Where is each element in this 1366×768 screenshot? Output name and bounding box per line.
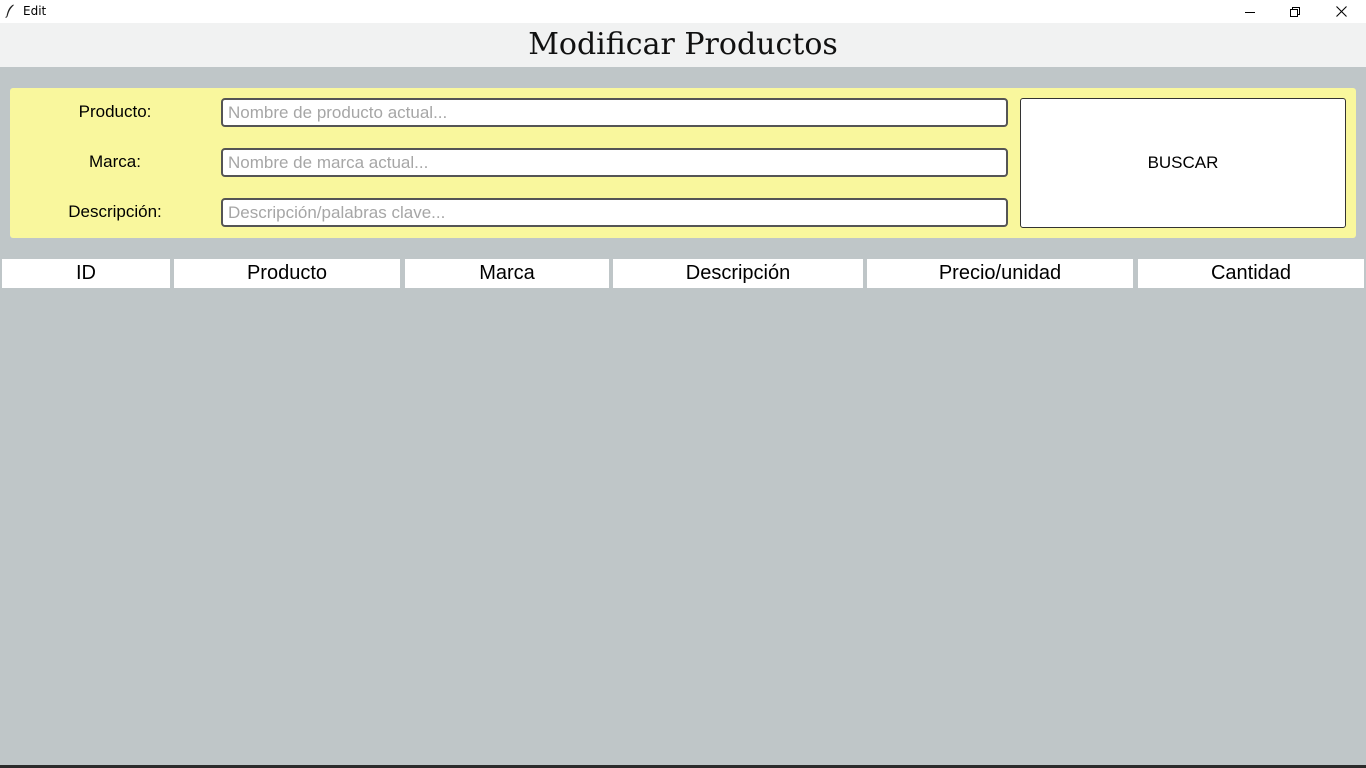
column-header-cantidad[interactable]: Cantidad bbox=[1138, 259, 1364, 288]
column-header-descripcion[interactable]: Descripción bbox=[613, 259, 863, 288]
buscar-button[interactable]: BUSCAR bbox=[1020, 98, 1346, 228]
column-header-producto[interactable]: Producto bbox=[174, 259, 400, 288]
marca-input[interactable] bbox=[221, 148, 1008, 177]
page-title: Modificar Productos bbox=[528, 27, 838, 62]
close-icon bbox=[1335, 6, 1347, 17]
minimize-button[interactable] bbox=[1227, 0, 1273, 23]
search-panel: Producto: Marca: Descripción: BUSCAR bbox=[10, 88, 1356, 238]
minimize-icon bbox=[1245, 11, 1255, 13]
column-header-id[interactable]: ID bbox=[2, 259, 170, 288]
column-header-precio[interactable]: Precio/unidad bbox=[867, 259, 1133, 288]
page-header: Modificar Productos bbox=[0, 23, 1366, 67]
producto-label: Producto: bbox=[78, 102, 152, 121]
descripcion-label: Descripción: bbox=[68, 202, 162, 221]
close-button[interactable] bbox=[1318, 0, 1364, 23]
feather-icon bbox=[5, 4, 14, 18]
window-titlebar: Edit bbox=[0, 0, 1366, 23]
restore-button[interactable] bbox=[1272, 0, 1318, 23]
results-table-header: ID Producto Marca Descripción Precio/uni… bbox=[0, 259, 1366, 289]
column-header-marca[interactable]: Marca bbox=[405, 259, 609, 288]
restore-icon bbox=[1290, 6, 1300, 17]
marca-label: Marca: bbox=[89, 152, 141, 171]
producto-input[interactable] bbox=[221, 98, 1008, 127]
window-title: Edit bbox=[23, 4, 47, 18]
descripcion-input[interactable] bbox=[221, 198, 1008, 227]
